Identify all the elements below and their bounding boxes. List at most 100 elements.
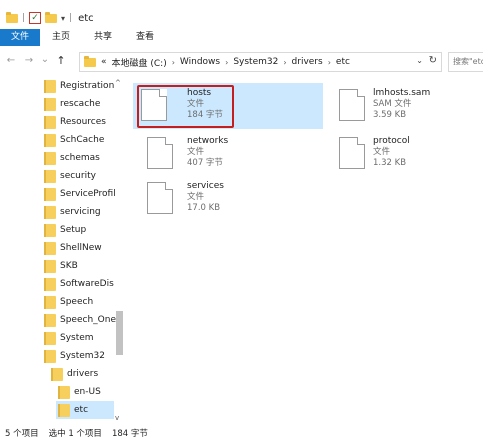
folder-icon: [44, 277, 56, 291]
file-name: networks: [187, 136, 229, 146]
nav-item-security[interactable]: security: [44, 167, 96, 185]
nav-item-registration[interactable]: Registration: [44, 77, 114, 95]
qat-customize-icon[interactable]: ▾: [61, 14, 65, 23]
nav-item-label: SoftwareDis: [60, 279, 114, 289]
folder-icon: [44, 349, 56, 363]
scroll-down-icon[interactable]: v: [115, 414, 119, 422]
folder-icon: [44, 133, 56, 147]
title-bar: | ✓ ▾ | etc: [0, 7, 483, 29]
nav-item-schcache[interactable]: SchCache: [44, 131, 104, 149]
nav-item-etc[interactable]: etc: [56, 401, 114, 419]
file-name: protocol: [373, 136, 410, 146]
breadcrumb-separator[interactable]: ›: [328, 58, 331, 67]
ribbon-tabs: 文件 主页 共享 查看: [0, 29, 483, 46]
breadcrumb-separator[interactable]: ›: [283, 58, 286, 67]
breadcrumb-windows[interactable]: Windows: [180, 57, 220, 67]
nav-item-label: SchCache: [60, 135, 105, 145]
status-selected-size: 184 字节: [111, 429, 148, 439]
nav-item-label: System: [60, 333, 94, 343]
nav-item-softwaredistribution[interactable]: SoftwareDis: [44, 275, 114, 293]
qat-separator: |: [22, 13, 26, 23]
nav-item-label: Registration: [60, 81, 115, 91]
nav-item-schemas[interactable]: schemas: [44, 149, 100, 167]
folder-icon: [44, 115, 56, 129]
nav-item-label: Speech_One: [60, 315, 116, 325]
nav-item-label: ShellNew: [60, 243, 102, 253]
address-bar[interactable]: « 本地磁盘 (C:) › Windows › System32 › drive…: [79, 52, 442, 72]
forward-arrow-icon[interactable]: →: [22, 55, 36, 66]
file-name: lmhosts.sam: [373, 88, 431, 98]
tab-share[interactable]: 共享: [82, 29, 124, 46]
file-tile-services[interactable]: services 文件 17.0 KB: [133, 176, 323, 222]
file-icon: [141, 89, 167, 121]
breadcrumb-local-disk[interactable]: 本地磁盘 (C:): [112, 56, 167, 69]
nav-item-shellnew[interactable]: ShellNew: [44, 239, 102, 257]
file-size: 17.0 KB: [187, 203, 221, 213]
scroll-up-icon[interactable]: ^: [115, 79, 121, 87]
file-name: hosts: [187, 88, 212, 98]
tab-home[interactable]: 主页: [40, 29, 82, 46]
file-tile-protocol[interactable]: protocol 文件 1.32 KB: [331, 131, 481, 177]
recent-locations-icon[interactable]: ⌄: [38, 54, 52, 65]
breadcrumb-overflow[interactable]: «: [101, 57, 107, 67]
properties-check-icon[interactable]: ✓: [29, 12, 42, 24]
file-type: SAM 文件: [373, 99, 412, 109]
nav-item-rescache[interactable]: rescache: [44, 95, 100, 113]
file-tile-networks[interactable]: networks 文件 407 字节: [133, 131, 323, 177]
folder-icon: [44, 331, 56, 345]
nav-item-label: SKB: [60, 261, 78, 271]
tab-view[interactable]: 查看: [124, 29, 166, 46]
file-size: 1.32 KB: [373, 158, 407, 168]
folder-icon: [44, 151, 56, 165]
tab-file[interactable]: 文件: [0, 29, 41, 46]
file-tile-hosts[interactable]: hosts 文件 184 字节: [133, 83, 323, 129]
file-size: 3.59 KB: [373, 110, 407, 120]
file-name: services: [187, 181, 224, 191]
nav-item-serviceprofiles[interactable]: ServiceProfil: [44, 185, 116, 203]
folder-icon: [51, 367, 63, 381]
breadcrumb-system32[interactable]: System32: [233, 57, 278, 67]
nav-item-speech-onecore[interactable]: Speech_One: [44, 311, 116, 329]
nav-item-speech[interactable]: Speech: [44, 293, 93, 311]
folder-icon: [44, 79, 56, 93]
file-type: 文件: [187, 147, 205, 157]
nav-item-label: rescache: [60, 99, 101, 109]
nav-item-system[interactable]: System: [44, 329, 94, 347]
nav-item-label: schemas: [60, 153, 100, 163]
nav-item-resources[interactable]: Resources: [44, 113, 106, 131]
new-folder-icon[interactable]: [45, 11, 58, 23]
nav-item-en-us[interactable]: en-US: [58, 383, 101, 401]
file-tile-lmhosts-sam[interactable]: lmhosts.sam SAM 文件 3.59 KB: [331, 83, 481, 129]
search-input[interactable]: 搜索"etc": [448, 52, 483, 72]
status-item-count: 5 个项目: [5, 429, 39, 439]
nav-item-drivers[interactable]: drivers: [51, 365, 98, 383]
file-icon: [147, 137, 173, 169]
scrollbar-thumb[interactable]: [116, 311, 123, 355]
breadcrumb-separator[interactable]: ›: [172, 58, 175, 67]
file-list: hosts 文件 184 字节 lmhosts.sam SAM 文件 3.59 …: [126, 77, 483, 424]
refresh-icon[interactable]: ↻: [429, 55, 437, 66]
file-size: 184 字节: [187, 110, 223, 120]
folder-icon: [44, 169, 56, 183]
breadcrumb-etc[interactable]: etc: [336, 57, 350, 67]
nav-item-servicing[interactable]: servicing: [44, 203, 101, 221]
nav-item-label: etc: [74, 405, 89, 415]
status-bar: 5 个项目 选中 1 个项目 184 字节: [0, 427, 483, 442]
back-arrow-icon[interactable]: ←: [4, 55, 18, 66]
folder-icon: [44, 313, 56, 327]
folder-icon: [58, 403, 70, 417]
address-dropdown-icon[interactable]: ⌄: [416, 56, 423, 65]
nav-item-setup[interactable]: Setup: [44, 221, 86, 239]
nav-item-label: servicing: [60, 207, 101, 217]
file-icon: [339, 89, 365, 121]
up-arrow-icon[interactable]: ↑: [54, 54, 68, 67]
breadcrumb-separator[interactable]: ›: [225, 58, 228, 67]
nav-item-skb[interactable]: SKB: [44, 257, 78, 275]
navigation-scrollbar[interactable]: ^ v: [114, 77, 124, 424]
file-type: 文件: [187, 99, 205, 109]
nav-item-system32[interactable]: System32: [44, 347, 105, 365]
breadcrumb-drivers[interactable]: drivers: [292, 57, 323, 67]
nav-item-label: Setup: [60, 225, 87, 235]
status-selected-count: 选中 1 个项目: [48, 429, 102, 439]
folder-icon: [44, 241, 56, 255]
